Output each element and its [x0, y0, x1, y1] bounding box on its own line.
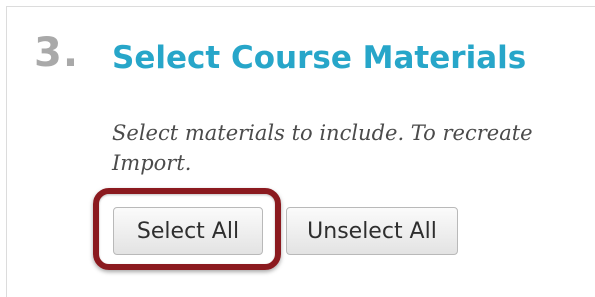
unselect-all-button[interactable]: Unselect All: [286, 207, 458, 255]
section-title: Select Course Materials: [112, 40, 527, 76]
step-number: 3.: [34, 30, 80, 76]
instructions-text: Select materials to include. To recreate…: [112, 118, 592, 178]
instructions-line-1: Select materials to include. To recreate: [112, 121, 533, 145]
instructions-line-2: Import.: [112, 151, 192, 175]
select-all-button[interactable]: Select All: [113, 207, 263, 255]
